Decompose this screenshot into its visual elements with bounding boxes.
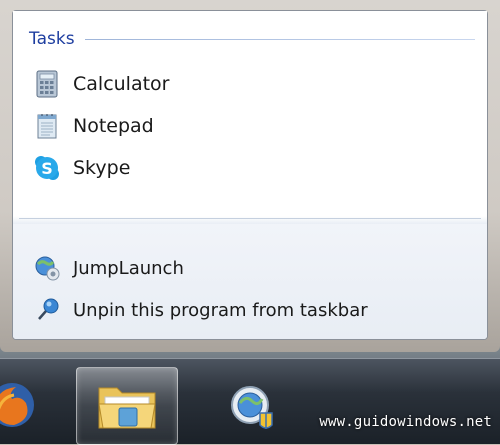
task-item-label: Calculator [73, 73, 170, 95]
watermark: www.guidowindows.net [319, 414, 492, 430]
section-divider-line [19, 218, 481, 219]
tasks-section: Tasks Calculator Notepad S Skype [13, 11, 487, 216]
task-item-calculator[interactable]: Calculator [33, 67, 169, 101]
pinned-item-unpin[interactable]: Unpin this program from taskbar [33, 293, 368, 327]
jump-list-panel: Tasks Calculator Notepad S Skype JumpLau… [12, 10, 488, 340]
taskbar: www.guidowindows.net [0, 358, 500, 445]
tasks-title: Tasks [29, 29, 75, 49]
pinned-section: JumpLaunch Unpin this program from taskb… [13, 224, 487, 339]
calculator-icon [33, 70, 61, 98]
task-item-skype[interactable]: S Skype [33, 151, 130, 185]
jumplaunch-icon [33, 254, 61, 282]
folder-icon [95, 378, 159, 438]
unpin-icon [33, 296, 61, 324]
pinned-item-label: Unpin this program from taskbar [73, 299, 368, 321]
tasks-header-line [84, 38, 475, 40]
pinned-item-jumplaunch[interactable]: JumpLaunch [33, 251, 184, 285]
taskbar-firefox-button[interactable] [0, 367, 56, 443]
task-item-label: Skype [73, 157, 131, 179]
taskbar-jumplaunch-button[interactable] [218, 367, 288, 443]
task-item-notepad[interactable]: Notepad [33, 109, 154, 143]
taskbar-explorer-button[interactable] [76, 367, 178, 445]
jump-list-window: Tasks Calculator Notepad S Skype JumpLau… [0, 0, 500, 352]
task-item-label: Notepad [73, 115, 154, 137]
tasks-header: Tasks [29, 27, 475, 51]
svg-text:S: S [41, 159, 53, 178]
pinned-item-label: JumpLaunch [73, 257, 184, 279]
firefox-icon [0, 379, 38, 435]
jumplaunch-icon [228, 383, 278, 437]
skype-icon: S [33, 154, 61, 182]
notepad-icon [33, 112, 61, 140]
